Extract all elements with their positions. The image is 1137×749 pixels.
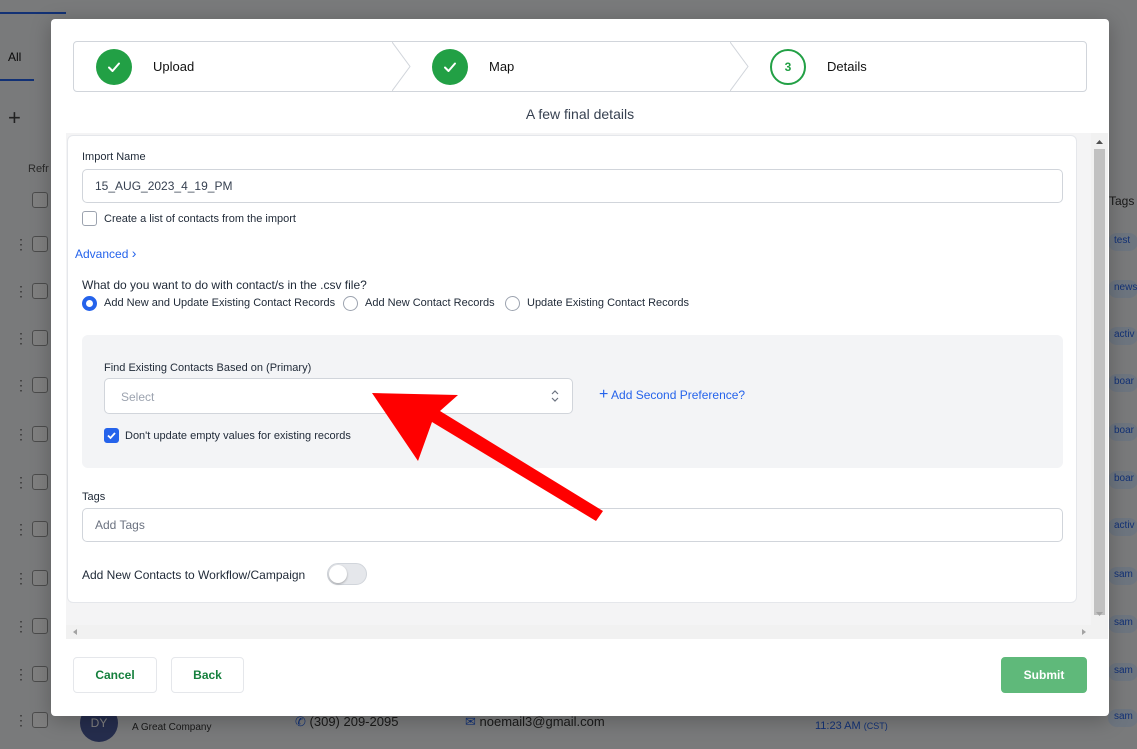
radio-update-existing-label[interactable]: Update Existing Contact Records (527, 297, 689, 309)
tags-label: Tags (82, 491, 106, 503)
checkmark-icon (107, 432, 116, 440)
step-details-label: Details (827, 59, 867, 74)
import-stepper: Upload Map 3 Details (73, 41, 1087, 92)
annotation-arrow-icon (372, 393, 603, 521)
step-separator-icon (392, 42, 411, 91)
add-second-preference-label: Add Second Preference? (611, 388, 746, 402)
add-second-preference-link[interactable]: + Add Second Preference? (599, 386, 745, 404)
step-upload-label: Upload (153, 59, 195, 74)
chevron-right-icon: › (131, 245, 137, 261)
submit-button[interactable]: Submit (1001, 657, 1087, 693)
back-button[interactable]: Back (171, 657, 244, 693)
step-details[interactable]: 3 Details (770, 42, 867, 91)
find-existing-label: Find Existing Contacts Based on (Primary… (104, 362, 312, 374)
cancel-button[interactable]: Cancel (73, 657, 157, 693)
scroll-right-icon[interactable] (1077, 625, 1091, 639)
vertical-scrollbar[interactable] (1091, 133, 1108, 639)
horizontal-scrollbar[interactable] (66, 625, 1091, 639)
action-question: What do you want to do with contact/s in… (82, 278, 367, 292)
step-upload[interactable]: Upload (96, 42, 194, 91)
create-list-label: Create a list of contacts from the impor… (104, 213, 296, 225)
step-map-label: Map (489, 59, 515, 74)
step-separator-icon (730, 42, 749, 91)
workflow-toggle[interactable] (327, 563, 367, 585)
dont-update-empty-checkbox[interactable] (104, 428, 119, 443)
toggle-knob (329, 565, 347, 583)
import-name-label: Import Name (82, 151, 146, 163)
details-card: Import Name 15_AUG_2023_4_19_PM Create a… (67, 135, 1077, 603)
radio-add-new[interactable] (343, 296, 358, 311)
workflow-label: Add New Contacts to Workflow/Campaign (82, 568, 306, 582)
advanced-label: Advanced (75, 247, 129, 261)
radio-add-and-update[interactable] (82, 296, 97, 311)
scroll-down-icon[interactable] (1091, 607, 1108, 621)
create-list-checkbox[interactable] (82, 211, 97, 226)
check-icon (96, 48, 132, 85)
import-details-modal: Upload Map 3 Details A few final details… (51, 19, 1109, 716)
scroll-left-icon[interactable] (68, 625, 82, 639)
advanced-link[interactable]: Advanced › (75, 245, 136, 261)
step-number-badge: 3 (770, 48, 806, 85)
select-placeholder: Select (121, 390, 155, 404)
scroll-up-icon[interactable] (1091, 135, 1108, 149)
step-map[interactable]: Map (432, 42, 514, 91)
check-icon (432, 48, 468, 85)
modal-subtitle: A few final details (525, 106, 635, 122)
radio-add-and-update-label[interactable]: Add New and Update Existing Contact Reco… (104, 297, 335, 309)
radio-add-new-label[interactable]: Add New Contact Records (365, 297, 495, 309)
import-name-input[interactable]: 15_AUG_2023_4_19_PM (82, 169, 1063, 203)
dont-update-empty-label: Don't update empty values for existing r… (125, 430, 351, 442)
vertical-scrollbar-thumb[interactable] (1094, 149, 1105, 615)
radio-update-existing[interactable] (505, 296, 520, 311)
